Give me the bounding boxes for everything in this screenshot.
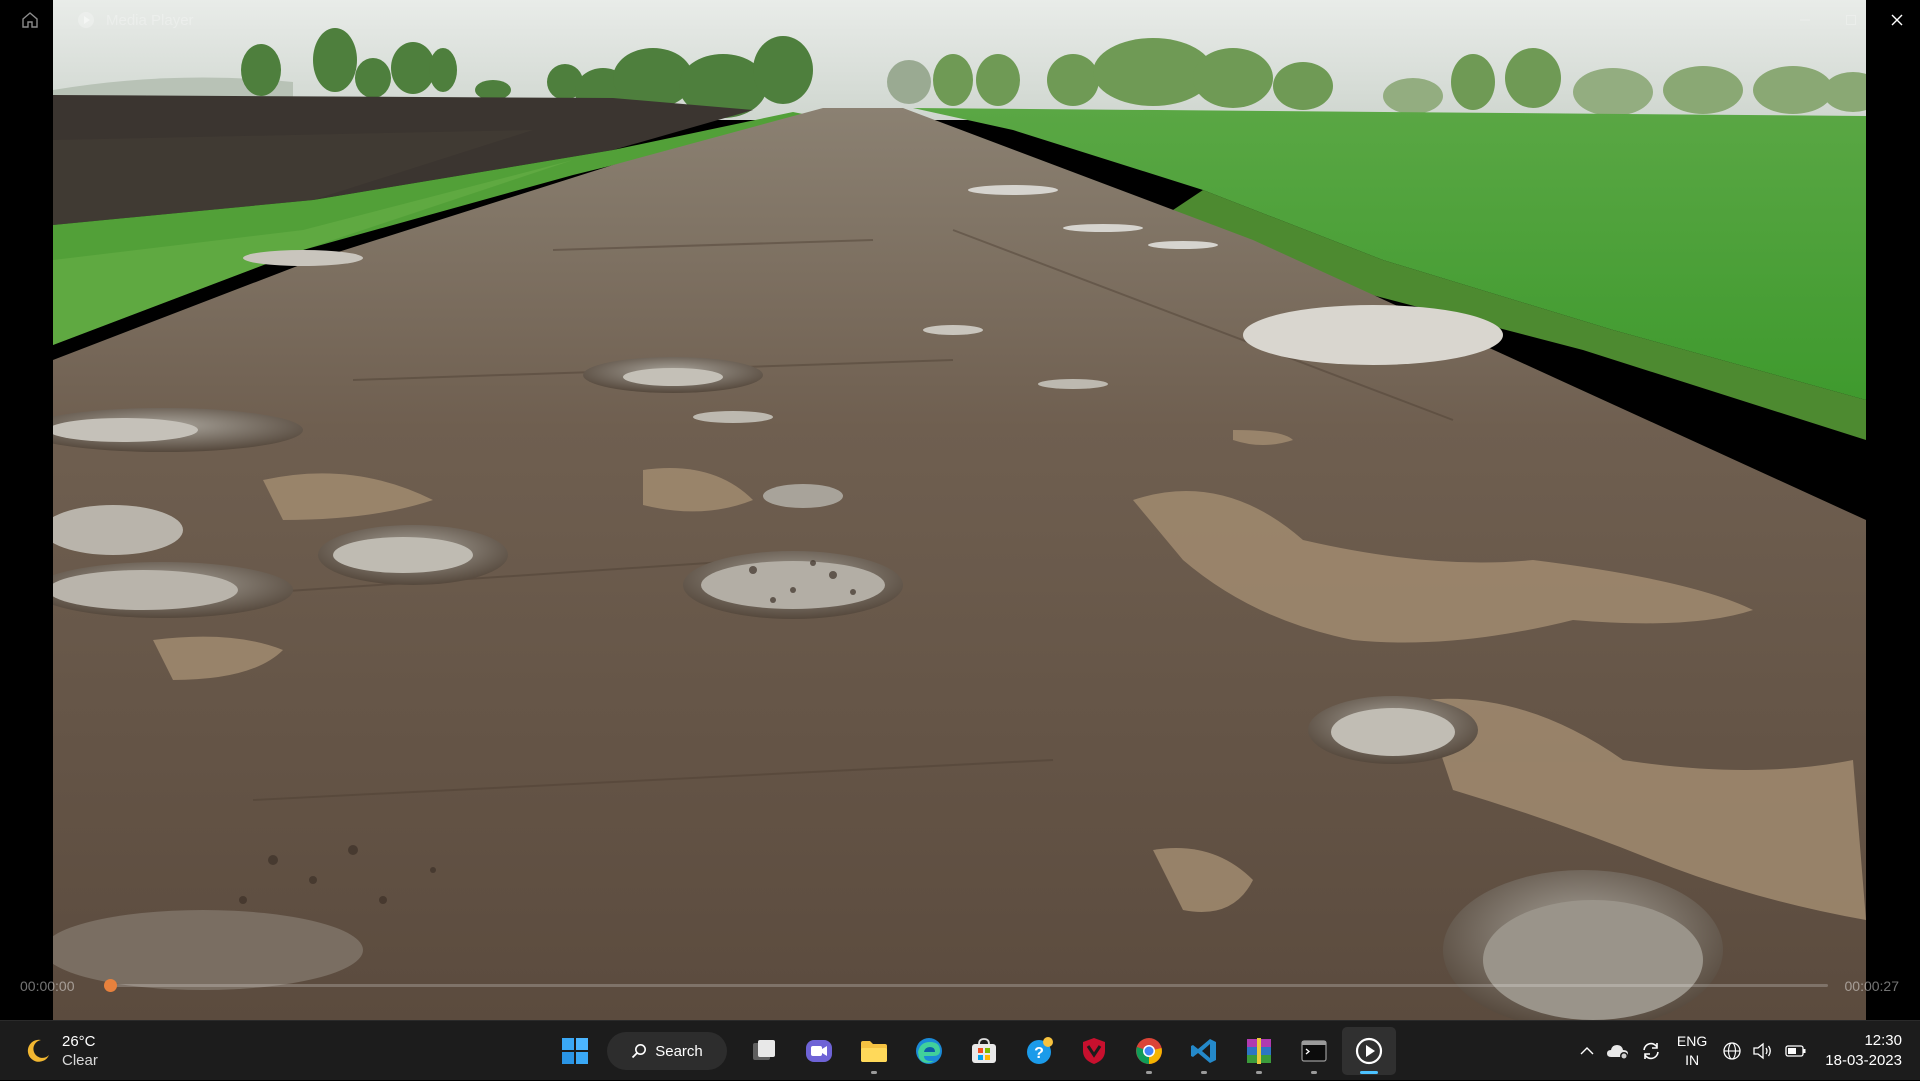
onedrive-tray[interactable] <box>1601 1031 1635 1071</box>
running-indicator <box>1146 1071 1152 1074</box>
running-indicator <box>871 1071 877 1074</box>
shield-icon <box>1083 1038 1105 1064</box>
taskbar-apps: Search ? <box>548 1021 1397 1081</box>
terminal-icon <box>1301 1040 1327 1062</box>
search-icon <box>632 1044 647 1059</box>
mcafee-button[interactable] <box>1067 1027 1121 1075</box>
running-indicator <box>1201 1071 1207 1074</box>
battery-tray[interactable] <box>1779 1031 1813 1071</box>
help-icon: ? <box>1027 1037 1053 1064</box>
home-icon <box>22 12 38 28</box>
minimize-button[interactable] <box>1782 0 1828 40</box>
archive-icon <box>1247 1038 1271 1064</box>
search-button[interactable]: Search <box>607 1032 727 1070</box>
speaker-icon <box>1753 1042 1772 1060</box>
vscode-button[interactable] <box>1177 1027 1231 1075</box>
task-view-icon <box>753 1040 775 1060</box>
taskbar: 26°C Clear Search ? ENG IN 12:30 18-03-2… <box>0 1020 1920 1080</box>
moon-icon <box>27 1039 49 1062</box>
folder-icon <box>861 1041 887 1062</box>
media-player-button[interactable] <box>1342 1027 1396 1075</box>
chrome-button[interactable] <box>1122 1027 1176 1075</box>
weather-temperature: 26°C <box>62 1033 96 1050</box>
seek-track[interactable] <box>104 979 1828 992</box>
running-indicator <box>1256 1071 1262 1074</box>
store-icon <box>972 1038 996 1063</box>
battery-icon <box>1785 1045 1806 1057</box>
clock-time: 12:30 <box>1864 1032 1902 1049</box>
clock[interactable]: 12:30 18-03-2023 <box>1813 1031 1920 1071</box>
video-chat-icon <box>806 1040 832 1062</box>
total-time: 00:00:27 <box>1844 978 1900 994</box>
chevron-up-icon <box>1580 1047 1594 1055</box>
active-indicator <box>1360 1071 1378 1074</box>
chrome-icon <box>1136 1038 1162 1064</box>
app-title: Media Player <box>76 8 194 32</box>
window-controls <box>1782 0 1920 40</box>
video-frame[interactable] <box>53 0 1866 1020</box>
terminal-button[interactable] <box>1287 1027 1341 1075</box>
get-help-button[interactable]: ? <box>1012 1027 1066 1075</box>
media-player-icon <box>78 12 94 28</box>
sync-icon <box>1643 1042 1659 1060</box>
system-tray: ENG IN 12:30 18-03-2023 <box>1573 1021 1920 1081</box>
play-icon <box>1355 1037 1383 1065</box>
weather-widget[interactable]: 26°C Clear <box>22 1029 98 1073</box>
weather-condition: Clear <box>62 1052 98 1069</box>
title-bar: Media Player <box>0 0 1920 40</box>
windows-logo-icon <box>562 1038 588 1064</box>
winrar-button[interactable] <box>1232 1027 1286 1075</box>
minimize-icon <box>1800 19 1810 21</box>
onedrive-icon <box>1606 1045 1628 1060</box>
search-label: Search <box>655 1042 703 1060</box>
vscode-icon <box>1191 1039 1216 1063</box>
network-tray[interactable] <box>1717 1031 1747 1071</box>
current-time: 00:00:00 <box>20 978 75 994</box>
input-language[interactable]: ENG IN <box>1667 1032 1717 1070</box>
maximize-button[interactable] <box>1828 0 1874 40</box>
running-indicator <box>1311 1071 1317 1074</box>
home-button[interactable] <box>14 6 46 34</box>
edge-icon <box>916 1038 942 1064</box>
sync-tray[interactable] <box>1635 1031 1667 1071</box>
svg-text:?: ? <box>1034 1045 1044 1062</box>
file-explorer-button[interactable] <box>847 1027 901 1075</box>
close-icon <box>1891 14 1903 26</box>
video-scene-road <box>53 0 1866 1020</box>
edge-button[interactable] <box>902 1027 956 1075</box>
close-button[interactable] <box>1874 0 1920 40</box>
volume-tray[interactable] <box>1747 1031 1779 1071</box>
seek-bar: 00:00:00 00:00:27 <box>0 960 1920 1008</box>
maximize-icon <box>1846 15 1856 25</box>
store-button[interactable] <box>957 1027 1011 1075</box>
app-title-label: Media Player <box>106 11 194 29</box>
start-button[interactable] <box>548 1027 602 1075</box>
globe-icon <box>1723 1042 1741 1060</box>
region-code: IN <box>1685 1052 1700 1068</box>
language-code: ENG <box>1676 1033 1708 1049</box>
teams-button[interactable] <box>792 1027 846 1075</box>
show-hidden-icons-button[interactable] <box>1573 1031 1601 1071</box>
media-player-window: Media Player 00:00:00 00:00:27 <box>0 0 1920 1020</box>
seek-thumb[interactable] <box>104 979 117 992</box>
task-view-button[interactable] <box>737 1027 791 1075</box>
clock-date: 18-03-2023 <box>1825 1052 1902 1069</box>
